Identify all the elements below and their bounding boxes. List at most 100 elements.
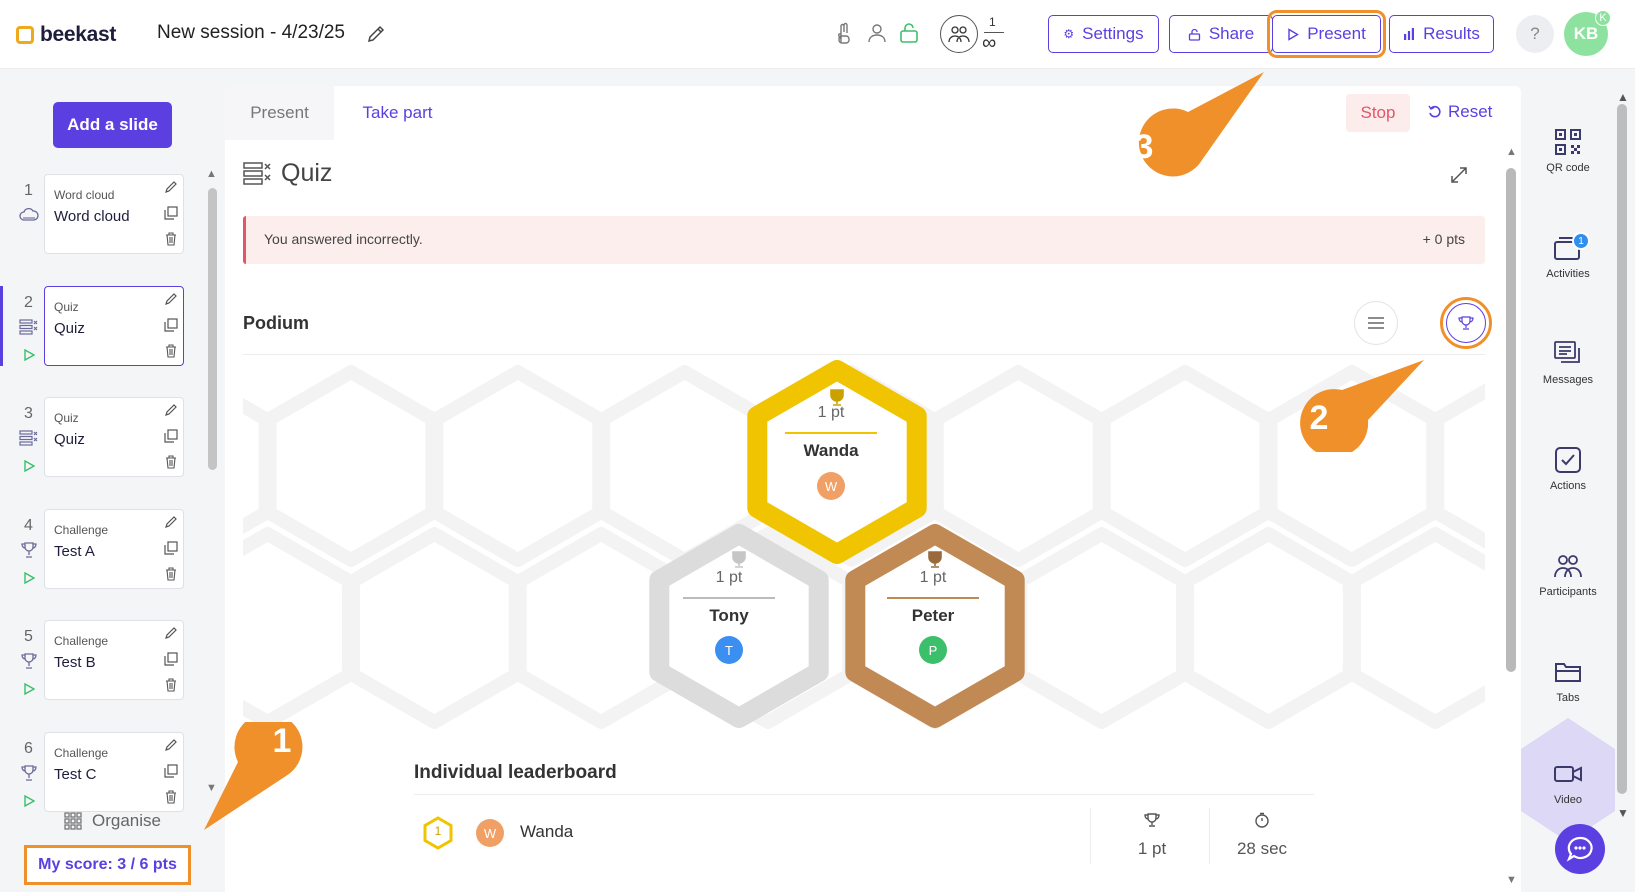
bar-chart-icon [1404,28,1415,40]
organise-label: Organise [92,811,161,830]
results-label: Results [1423,24,1480,43]
rail-item-qr-code[interactable]: QR code [1521,116,1615,206]
delete-trash-icon[interactable] [164,678,178,692]
play-icon[interactable] [23,794,36,808]
podium-divider [243,354,1485,355]
annotation-number-3: 3 [1134,128,1154,166]
stopwatch-icon [1212,812,1312,833]
duplicate-icon[interactable] [164,318,178,332]
duplicate-icon[interactable] [164,429,178,443]
podium-third-avatar: P [919,636,947,664]
edit-pencil-icon[interactable] [164,180,178,194]
activity-title-text: Quiz [281,159,333,187]
rail-item-messages[interactable]: Messages [1521,328,1615,418]
delete-trash-icon[interactable] [164,344,178,358]
edit-pencil-icon[interactable] [164,292,178,306]
participant-icon[interactable] [866,22,888,44]
share-label: Share [1208,24,1255,43]
slide-item-4[interactable]: 4 Challenge Test A [0,509,200,593]
share-button[interactable]: Share [1169,15,1273,53]
duplicate-icon[interactable] [164,541,178,555]
edit-pencil-icon[interactable] [164,626,178,640]
slide-card[interactable]: Quiz Quiz [44,397,184,477]
my-score-button[interactable]: My score: 3 / 6 pts [24,845,191,885]
trophy-icon [1458,316,1474,330]
settings-button[interactable]: ⚙ Settings [1048,15,1159,53]
organise-button[interactable]: Organise [64,811,161,831]
reset-button[interactable]: Reset [1428,102,1492,122]
video-icon [1554,766,1582,782]
play-icon[interactable] [23,459,36,473]
delete-trash-icon[interactable] [164,790,178,804]
leaderboard-avatar: W [476,819,504,847]
raise-hand-icon[interactable] [833,22,855,44]
rail-label-tabs: Tabs [1556,692,1580,704]
second-divider [683,597,775,599]
results-button[interactable]: Results [1389,15,1494,53]
slide-card[interactable]: Challenge Test A [44,509,184,589]
play-icon[interactable] [23,571,36,585]
stop-button[interactable]: Stop [1346,94,1410,132]
help-button[interactable]: ? [1516,15,1554,53]
rank-number: 1 [434,824,442,838]
present-label: Present [1307,24,1366,43]
unlock-icon[interactable] [898,22,920,44]
podium-view-button[interactable] [1440,297,1492,349]
delete-trash-icon[interactable] [164,232,178,246]
leaderboard-time-cell: 28 sec [1212,812,1312,859]
chat-support-button[interactable] [1555,824,1605,874]
messages-icon [1554,341,1580,363]
duplicate-icon[interactable] [164,764,178,778]
session-title[interactable]: New session - 4/23/25 [157,22,345,44]
edit-pencil-icon[interactable] [164,515,178,529]
rail-scroll-down-arrow[interactable]: ▼ [1617,806,1629,820]
rail-item-activities[interactable]: 1 Activities [1521,222,1615,312]
add-slide-button[interactable]: Add a slide [53,102,172,148]
background-hexagon [1180,527,1357,729]
present-button[interactable]: Present [1267,10,1386,58]
slide-item-6[interactable]: 6 Challenge Test C [0,732,200,816]
slide-item-5[interactable]: 5 Challenge Test B [0,620,200,704]
participant-counter[interactable]: 1 ∞ [940,15,1010,55]
play-icon[interactable] [23,682,36,696]
slide-item-2[interactable]: 2 Quiz Quiz [0,286,200,370]
main-scroll-up-arrow[interactable]: ▲ [1506,146,1517,158]
slide-item-1[interactable]: 1 Word cloud Word cloud [0,174,200,258]
slides-scroll-up-arrow[interactable]: ▲ [206,168,217,180]
participants-icon [940,15,978,53]
slide-card[interactable]: Challenge Test B [44,620,184,700]
slide-type: Word cloud [54,188,115,202]
duplicate-icon[interactable] [164,652,178,666]
main-scroll-down-arrow[interactable]: ▼ [1506,874,1517,886]
rail-scroll-up-arrow[interactable]: ▲ [1617,90,1629,104]
duplicate-icon[interactable] [164,206,178,220]
slide-card[interactable]: Quiz Quiz [44,286,184,366]
main-scrollbar[interactable] [1506,168,1516,672]
edit-pencil-icon[interactable] [164,738,178,752]
slide-card[interactable]: Word cloud Word cloud [44,174,184,254]
delete-trash-icon[interactable] [164,455,178,469]
expand-icon[interactable] [1450,166,1468,184]
rail-item-actions[interactable]: Actions [1521,434,1615,524]
edit-pencil-icon[interactable] [164,403,178,417]
slide-number: 5 [24,628,33,645]
tab-take-part[interactable]: Take part [334,86,461,140]
edit-title-pencil-icon[interactable] [366,24,386,44]
play-icon[interactable] [23,348,36,362]
actions-icon [1555,447,1581,473]
delete-trash-icon[interactable] [164,567,178,581]
slide-item-3[interactable]: 3 Quiz Quiz [0,397,200,481]
slides-scrollbar[interactable] [208,188,217,470]
rail-item-video[interactable]: Video [1521,718,1615,842]
slide-card[interactable]: Challenge Test C [44,732,184,812]
rail-item-participants[interactable]: Participants [1521,540,1615,630]
beekast-logo[interactable]: beekast [16,23,116,47]
play-icon [1288,27,1300,41]
background-hexagon [929,365,1107,567]
leaderboard-points-cell: 1 pt [1102,812,1202,859]
cloud-icon [19,207,39,223]
background-hexagon [243,527,356,729]
rail-scrollbar[interactable] [1617,104,1627,794]
list-view-button[interactable] [1354,301,1398,345]
tab-present[interactable]: Present [225,86,334,140]
